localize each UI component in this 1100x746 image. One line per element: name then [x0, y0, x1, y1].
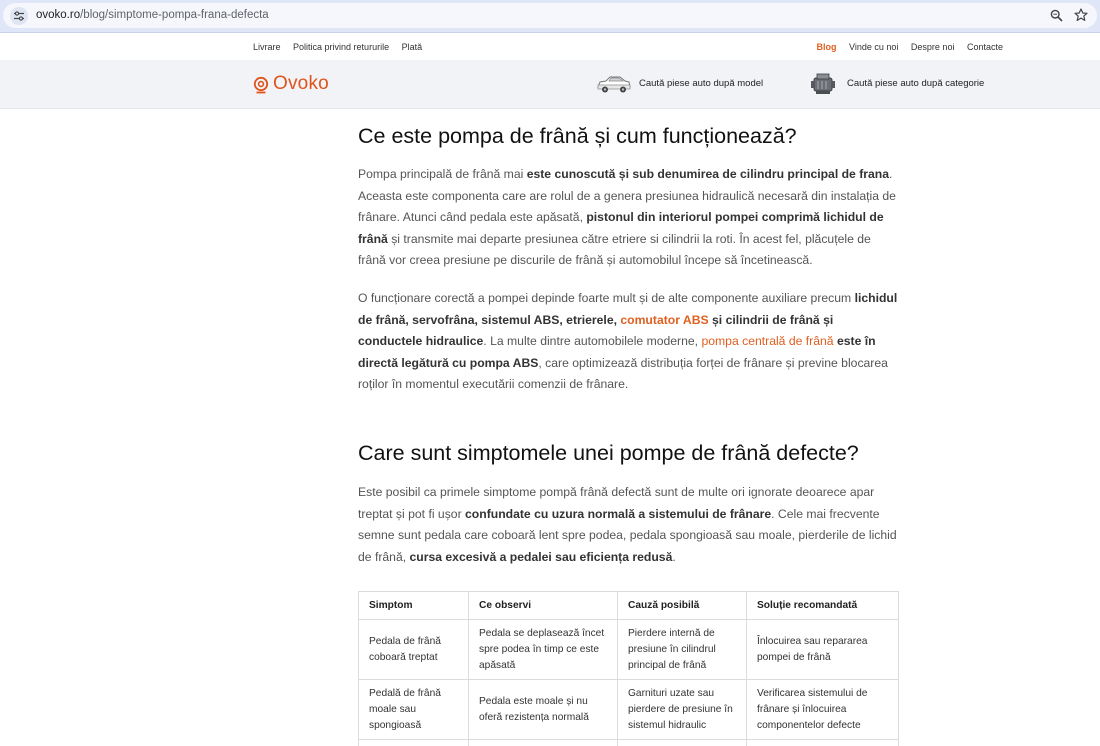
link-livrare[interactable]: Livrare [253, 42, 281, 52]
site-header: Ovoko Caută piese auto după model Caută … [0, 60, 1100, 109]
link-vinde-cu-noi[interactable]: Vinde cu noi [849, 42, 898, 52]
link-politica-retururi[interactable]: Politica privind retururile [293, 42, 389, 52]
table-cell: Pedala este moale și nu oferă rezistența… [468, 679, 618, 740]
search-by-model-label: Caută piese auto după model [639, 78, 764, 89]
ovoko-logo-icon [253, 76, 269, 94]
logo-text: Ovoko [273, 73, 329, 94]
table-header: Simptom [358, 591, 469, 620]
table-cell: Pedală de frână moale sau spongioasă [358, 679, 469, 740]
table-cell: Înlocuirea sau repararea pompei de frână [746, 619, 899, 680]
car-icon [597, 76, 631, 93]
table-header: Cauză posibilă [617, 591, 747, 620]
site-settings-icon[interactable] [10, 7, 28, 25]
table-cell [746, 739, 899, 746]
table-cell [358, 739, 469, 746]
table-header: Ce observi [468, 591, 618, 620]
symptoms-table: Simptom Ce observi Cauză posibilă Soluți… [358, 591, 899, 746]
table-cell: Verificarea sistemului de frânare și înl… [746, 679, 899, 740]
section-heading-pump-function: Ce este pompa de frână și cum funcționea… [358, 124, 797, 148]
url-text[interactable]: ovoko.ro/blog/simptome-pompa-frana-defec… [36, 8, 269, 23]
table-row [358, 739, 899, 746]
table-cell: Garnituri uzate sau pierdere de presiune… [617, 679, 747, 740]
paragraph-pump-description: Pompa principală de frână mai este cunos… [358, 167, 896, 268]
utility-links-left: Livrare Politica privind retururile Plat… [253, 42, 432, 52]
table-header-row: Simptom Ce observi Cauză posibilă Soluți… [358, 591, 899, 620]
url-host: ovoko.ro [36, 9, 81, 21]
table-header: Soluție recomandată [746, 591, 899, 620]
table-cell [617, 739, 747, 746]
table-row: Pedală de frână moale sau spongioasă Ped… [358, 679, 899, 740]
engine-icon [811, 73, 835, 94]
utility-nav: Livrare Politica privind retururile Plat… [0, 34, 1100, 60]
bookmark-star-icon[interactable] [1074, 8, 1088, 27]
link-plata[interactable]: Plată [402, 42, 423, 52]
table-row: Pedala de frână coboară treptat Pedala s… [358, 619, 899, 680]
zoom-icon[interactable] [1050, 9, 1063, 27]
browser-toolbar: ovoko.ro/blog/simptome-pompa-frana-defec… [0, 0, 1100, 33]
section-heading-symptoms: Care sunt simptomele unei pompe de frână… [358, 441, 859, 465]
paragraph-symptoms-intro: Este posibil ca primele simptome pompă f… [358, 485, 897, 564]
link-comutator-abs[interactable]: comutator ABS [620, 313, 708, 327]
link-despre-noi[interactable]: Despre noi [911, 42, 955, 52]
table-cell [468, 739, 618, 746]
link-pompa-centrala[interactable]: pompa centrală de frână [701, 334, 833, 348]
paragraph-auxiliary-components: O funcționare corectă a pompei depinde f… [358, 291, 898, 392]
link-contacte[interactable]: Contacte [967, 42, 1003, 52]
table-cell: Pedala se deplasează încet spre podea în… [468, 619, 618, 680]
address-bar[interactable]: ovoko.ro/blog/simptome-pompa-frana-defec… [3, 3, 1097, 28]
table-cell: Pierdere internă de presiune în cilindru… [617, 619, 747, 680]
search-by-category-label: Caută piese auto după categorie [847, 78, 985, 89]
utility-links-right: Blog Vinde cu noi Despre noi Contacte [807, 42, 1003, 52]
url-path: /blog/simptome-pompa-frana-defecta [80, 9, 269, 21]
table-cell: Pedala de frână coboară treptat [358, 619, 469, 680]
link-blog[interactable]: Blog [817, 42, 837, 52]
